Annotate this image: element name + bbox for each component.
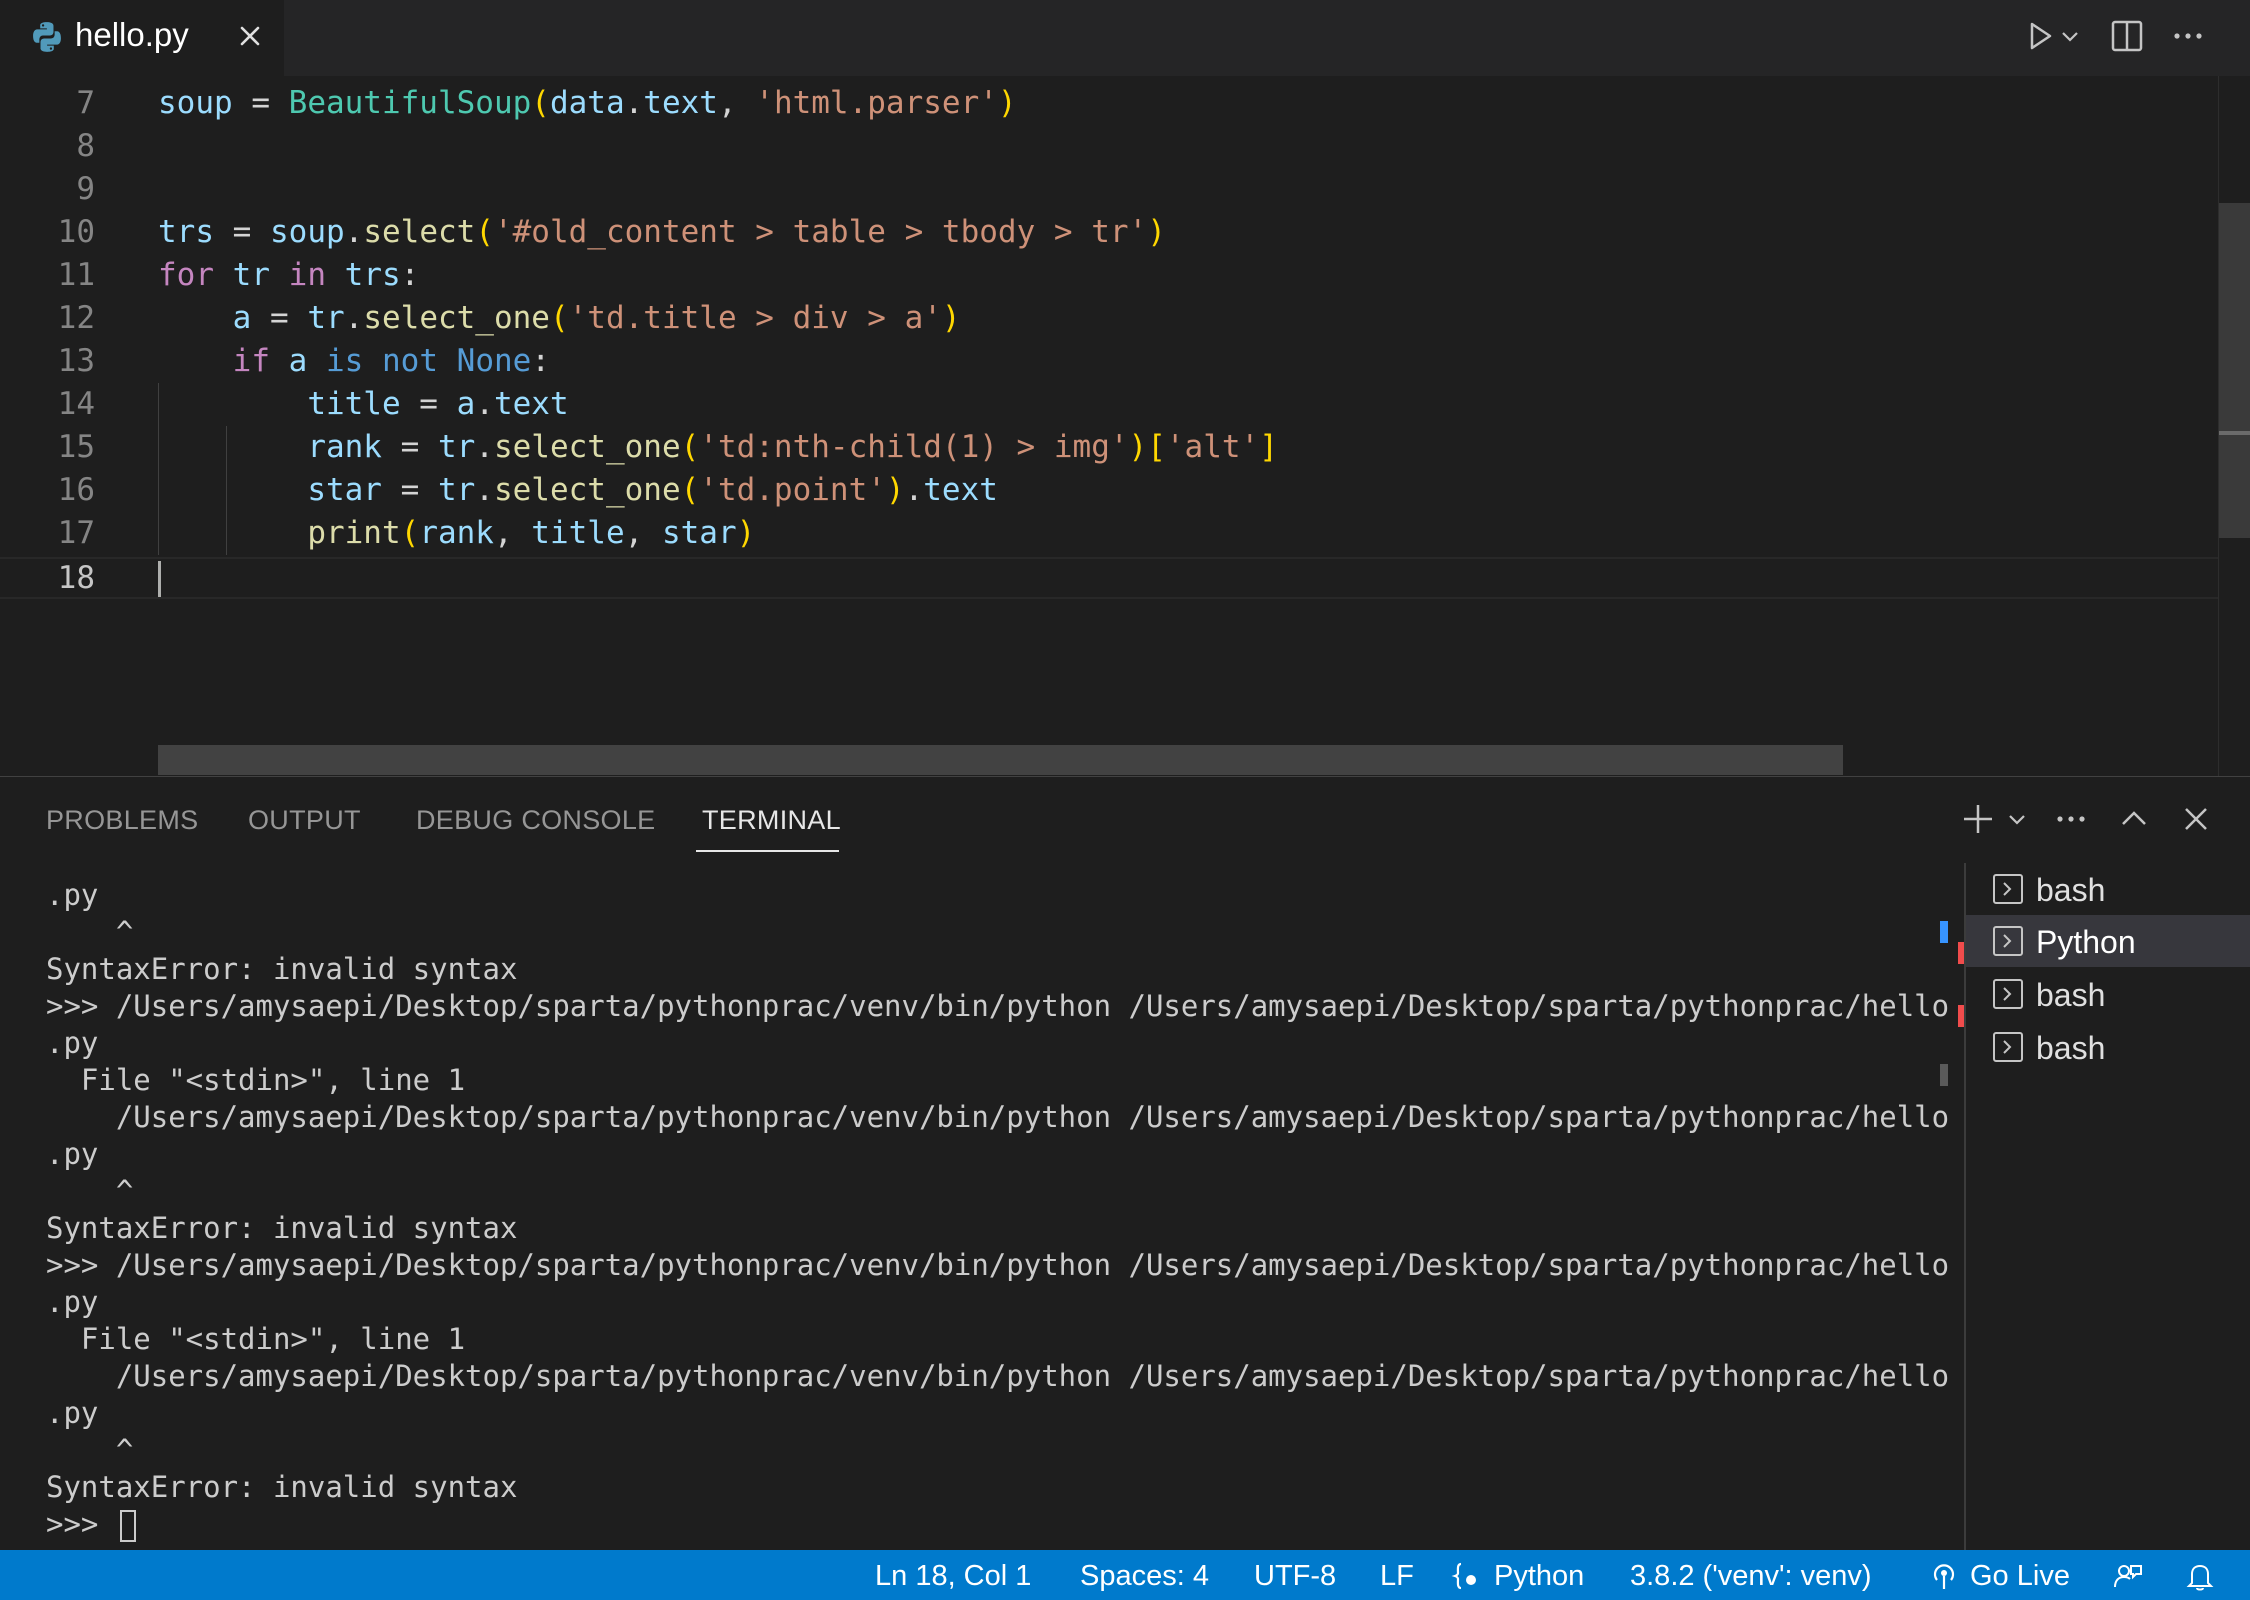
indentation[interactable]: Spaces: 4 — [1080, 1556, 1209, 1596]
line-number: 9 — [76, 171, 95, 207]
tab-output[interactable]: OUTPUT — [248, 805, 361, 836]
tab-problems[interactable]: PROBLEMS — [46, 805, 198, 836]
terminal-line: .py — [46, 1026, 99, 1060]
terminal-item-bash[interactable]: bash — [1966, 863, 2250, 915]
tab-label: hello.py — [75, 16, 189, 53]
code-line-17: print(rank, title, star) — [307, 515, 756, 551]
language-mode[interactable]: Python — [1494, 1556, 1584, 1596]
terminal-line: /Users/amysaepi/Desktop/sparta/pythonpra… — [46, 1100, 1950, 1134]
terminal-line: .py — [46, 1285, 99, 1319]
terminal-prompt-line: >>> — [46, 1506, 136, 1543]
scroll-marker — [1940, 1064, 1948, 1086]
terminal-line: SyntaxError: invalid syntax — [46, 952, 518, 986]
line-number-active: 18 — [57, 560, 95, 596]
terminal-list: bash Python bash bash — [1966, 863, 2250, 1551]
close-icon[interactable] — [232, 18, 268, 54]
terminal-cursor — [119, 1510, 136, 1542]
close-panel-icon[interactable] — [2176, 799, 2216, 839]
code-line-10: trs = soup.select('#old_content > table … — [158, 214, 1166, 250]
line-number: 11 — [57, 257, 95, 293]
split-editor-icon[interactable] — [2107, 16, 2147, 56]
bottom-panel: PROBLEMS OUTPUT DEBUG CONSOLE TERMINAL .… — [0, 776, 2250, 1551]
terminal-icon — [1993, 979, 2023, 1009]
line-number: 16 — [57, 472, 95, 508]
chevron-down-icon[interactable] — [2004, 799, 2030, 839]
line-number: 7 — [76, 85, 95, 121]
code-editor[interactable]: 7 8 9 10 11 12 13 14 15 16 17 18 soup = … — [0, 76, 2250, 776]
current-line-highlight — [0, 557, 2218, 599]
scrollbar-cursor-marker — [2219, 431, 2250, 435]
code-line-14: title = a.text — [307, 386, 569, 422]
terminal-line: SyntaxError: invalid syntax — [46, 1211, 518, 1245]
terminal-output[interactable]: .py ^ SyntaxError: invalid syntax >>> /U… — [46, 877, 1949, 1547]
info-marker — [1940, 921, 1948, 943]
new-terminal-icon[interactable] — [1958, 799, 1998, 839]
cursor-position[interactable]: Ln 18, Col 1 — [875, 1556, 1031, 1596]
terminal-line: ^ — [46, 1433, 134, 1467]
encoding[interactable]: UTF-8 — [1254, 1556, 1336, 1596]
more-actions-icon[interactable] — [2168, 16, 2208, 56]
line-number: 14 — [57, 386, 95, 422]
code-line-7: soup = BeautifulSoup(data.text, 'html.pa… — [158, 85, 1017, 121]
editor-tab-bar: hello.py — [0, 0, 2250, 76]
tab-debug-console[interactable]: DEBUG CONSOLE — [416, 805, 655, 836]
terminal-item-label: bash — [2036, 872, 2106, 908]
line-ending[interactable]: LF — [1380, 1556, 1414, 1596]
line-number: 8 — [76, 128, 95, 164]
terminal-line: ^ — [46, 915, 134, 949]
line-number: 10 — [57, 214, 95, 250]
terminal-line: .py — [46, 1396, 99, 1430]
chevron-down-icon[interactable] — [2058, 16, 2082, 56]
line-number: 15 — [57, 429, 95, 465]
editor-actions — [1990, 0, 2250, 76]
code-line-13: if a is not None: — [232, 343, 550, 379]
code-line-11: for tr in trs: — [158, 257, 420, 293]
maximize-panel-icon[interactable] — [2114, 799, 2154, 839]
text-cursor — [158, 561, 161, 597]
go-live-button[interactable]: Go Live — [1970, 1556, 2070, 1596]
code-line-15: rank = tr.select_one('td:nth-child(1) > … — [307, 429, 1278, 465]
terminal-item-bash[interactable]: bash — [1966, 968, 2250, 1020]
line-number: 17 — [57, 515, 95, 551]
bell-icon[interactable] — [2184, 1560, 2216, 1592]
broadcast-icon — [1933, 1564, 1955, 1589]
more-actions-icon[interactable] — [2051, 799, 2091, 839]
terminal-item-bash[interactable]: bash — [1966, 1021, 2250, 1073]
terminal-line: >>> /Users/amysaepi/Desktop/sparta/pytho… — [46, 1248, 1950, 1282]
active-tab-indicator — [696, 850, 839, 852]
terminal-item-label: Python — [2036, 924, 2136, 960]
terminal-line: /Users/amysaepi/Desktop/sparta/pythonpra… — [46, 1359, 1950, 1393]
terminal-line: >>> /Users/amysaepi/Desktop/sparta/pytho… — [46, 989, 1950, 1023]
code-line-12: a = tr.select_one('td.title > div > a') — [232, 300, 961, 336]
terminal-item-label: bash — [2036, 977, 2106, 1013]
vertical-scrollbar-thumb[interactable] — [2219, 203, 2250, 538]
line-number: 13 — [57, 343, 95, 379]
terminal-line: .py — [46, 1137, 99, 1171]
tab-hello-py[interactable]: hello.py — [0, 0, 284, 76]
terminal-line: File "<stdin>", line 1 — [46, 1322, 466, 1356]
code-line-16: star = tr.select_one('td.point').text — [307, 472, 998, 508]
terminal-line: .py — [46, 878, 99, 912]
terminal-line: ^ — [46, 1174, 134, 1208]
python-interpreter[interactable]: 3.8.2 ('venv': venv) — [1630, 1556, 1872, 1596]
line-number: 12 — [57, 300, 95, 336]
terminal-icon — [1993, 1032, 2023, 1062]
terminal-item-python[interactable]: Python — [1966, 915, 2250, 967]
terminal-line: File "<stdin>", line 1 — [46, 1063, 466, 1097]
terminal-line: SyntaxError: invalid syntax — [46, 1470, 518, 1504]
terminal-prompt: >>> — [46, 1507, 116, 1541]
status-bar: Ln 18, Col 1 Spaces: 4 UTF-8 LF Python 3… — [0, 1550, 2250, 1600]
tab-terminal[interactable]: TERMINAL — [702, 805, 841, 836]
python-icon — [33, 22, 61, 52]
horizontal-scrollbar[interactable] — [158, 745, 1843, 775]
terminal-item-label: bash — [2036, 1030, 2106, 1066]
braces-icon — [1451, 1562, 1476, 1590]
feedback-icon[interactable] — [2112, 1560, 2144, 1592]
terminal-icon — [1993, 926, 2023, 956]
run-icon[interactable] — [2020, 16, 2060, 56]
terminal-icon — [1993, 874, 2023, 904]
